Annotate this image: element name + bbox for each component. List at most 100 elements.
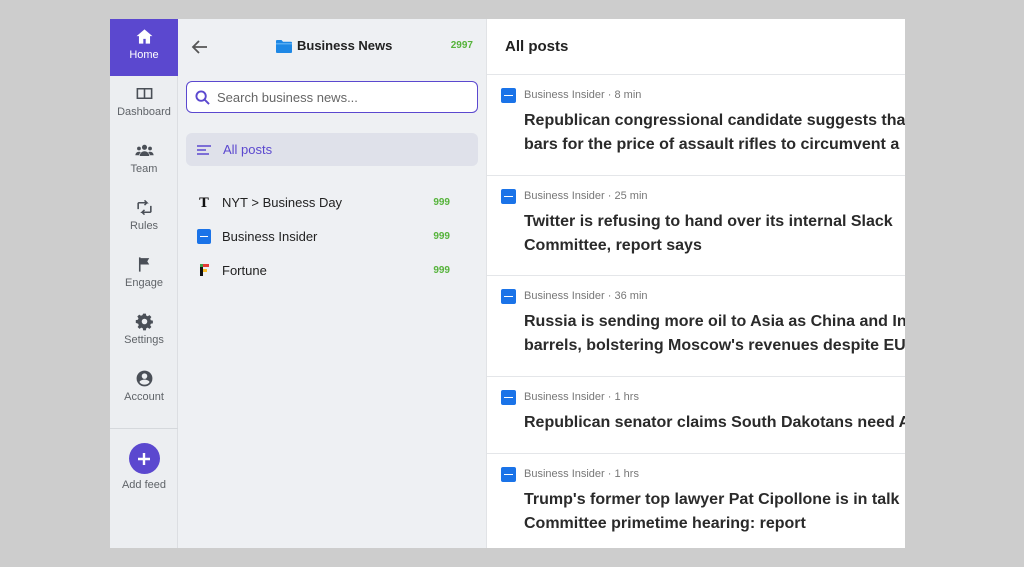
business-insider-icon — [501, 87, 516, 103]
all-posts-item[interactable]: All posts — [186, 133, 478, 166]
post-age: 36 min — [614, 290, 648, 302]
svg-text:T: T — [199, 196, 209, 209]
meta-separator: · — [604, 190, 615, 202]
post-title-line: Twitter is refusing to hand over its int… — [524, 213, 893, 230]
rail-divider — [110, 428, 178, 429]
post-title: Republican congressional candidate sugge… — [524, 109, 905, 157]
feed-name: NYT > Business Day — [222, 194, 343, 210]
add-feed-button[interactable] — [128, 443, 160, 474]
folder-title: Business News — [276, 38, 392, 53]
feed-name: Fortune — [222, 262, 267, 278]
business-insider-icon — [501, 288, 516, 304]
search-box — [186, 81, 478, 113]
business-insider-icon — [197, 228, 211, 244]
post-title-line: Russia is sending more oil to Asia as Ch… — [524, 313, 905, 330]
rail-item-label: Account — [124, 391, 164, 403]
post-source: Business Insider — [524, 89, 605, 101]
rail-item-dashboard[interactable]: Dashboard — [110, 76, 178, 133]
rail-item-account[interactable]: Account — [110, 361, 178, 418]
search-input[interactable] — [217, 89, 477, 105]
rail-item-rules[interactable]: Rules — [110, 190, 178, 247]
team-icon — [134, 144, 154, 157]
post-source: Business Insider — [524, 391, 605, 403]
post-title-line: Committee, report says — [524, 237, 702, 254]
post-age: 8 min — [614, 89, 642, 101]
add-feed-label: Add feed — [121, 479, 167, 491]
post-item[interactable]: Business Insider · 36 min Russia is send… — [487, 276, 905, 377]
search-icon — [195, 90, 210, 105]
panel-header: Business News 2997 — [178, 19, 487, 74]
home-icon — [136, 29, 152, 44]
plus-icon — [138, 452, 150, 465]
post-title-line: bars for the price of assault rifles to … — [524, 136, 900, 153]
post-meta: Business Insider · 36 min — [501, 288, 905, 304]
post-age: 25 min — [614, 190, 648, 202]
post-title-line: barrels, bolstering Moscow's revenues de… — [524, 337, 905, 354]
post-item[interactable]: Business Insider · 8 min Republican cong… — [487, 75, 905, 176]
meta-separator: · — [604, 391, 615, 403]
nav-rail: Home Dashboard Team Rules Engage Setting… — [110, 19, 178, 548]
post-title: Republican senator claims South Dakotans… — [524, 411, 905, 435]
post-meta: Business Insider · 1 hrs — [501, 389, 905, 405]
app-window: Home Dashboard Team Rules Engage Setting… — [110, 19, 905, 548]
post-title: Trump's former top lawyer Pat Cipollone … — [524, 488, 905, 536]
rail-item-engage[interactable]: Engage — [110, 247, 178, 304]
post-title: Russia is sending more oil to Asia as Ch… — [524, 310, 905, 358]
rail-item-label: Home — [129, 49, 159, 61]
rail-item-label: Rules — [129, 220, 159, 232]
post-source: Business Insider — [524, 290, 605, 302]
folder-name: Business News — [297, 38, 393, 53]
business-insider-icon — [501, 466, 516, 482]
post-item[interactable]: Business Insider · 25 min Twitter is ref… — [487, 176, 905, 276]
rail-item-label: Engage — [125, 277, 163, 289]
feed-item-business-insider[interactable]: Business Insider 999 — [186, 221, 478, 251]
post-title-line: Trump's former top lawyer Pat Cipollone … — [524, 491, 900, 508]
add-feed: Add feed — [110, 443, 178, 491]
nyt-icon: T — [197, 195, 211, 209]
post-source: Business Insider — [524, 190, 605, 202]
rail-item-settings[interactable]: Settings — [110, 304, 178, 361]
back-button[interactable] — [190, 37, 210, 57]
fortune-icon — [197, 263, 211, 277]
feed-unread-count: 999 — [433, 196, 450, 208]
posts-pane: All posts Business Insider · 8 min Repub… — [487, 19, 905, 548]
post-title-line: Republican congressional candidate sugge… — [524, 112, 905, 129]
feed-name: Business Insider — [222, 228, 318, 244]
dashboard-icon — [136, 87, 152, 100]
business-insider-icon — [501, 188, 516, 204]
rules-icon — [136, 199, 152, 216]
post-title-line: Republican senator claims South Dakotans… — [524, 414, 905, 431]
page-title: All posts — [505, 38, 569, 55]
meta-separator: · — [604, 468, 615, 480]
post-age: 1 hrs — [614, 391, 639, 403]
feed-item-fortune[interactable]: Fortune 999 — [186, 255, 478, 285]
feed-unread-count: 999 — [433, 264, 450, 276]
feed-unread-count: 999 — [433, 230, 450, 242]
flag-icon — [138, 257, 149, 272]
business-insider-icon — [501, 389, 516, 405]
rail-item-label: Settings — [124, 334, 164, 346]
folder-icon — [276, 39, 292, 53]
post-item[interactable]: Business Insider · 1 hrs Trump's former … — [487, 454, 905, 548]
posts-header: All posts — [487, 19, 905, 75]
post-meta: Business Insider · 25 min — [501, 188, 905, 204]
post-item[interactable]: Business Insider · 1 hrs Republican sena… — [487, 377, 905, 454]
post-title-line: Committee primetime hearing: report — [524, 515, 806, 532]
post-meta: Business Insider · 8 min — [501, 87, 905, 103]
account-icon — [136, 370, 152, 387]
rail-item-team[interactable]: Team — [110, 133, 178, 190]
rail-item-label: Team — [130, 163, 158, 175]
all-posts-label: All posts — [223, 142, 273, 157]
list-icon — [197, 144, 211, 155]
meta-separator: · — [604, 89, 615, 101]
post-title: Twitter is refusing to hand over its int… — [524, 210, 905, 258]
post-meta: Business Insider · 1 hrs — [501, 466, 905, 482]
gear-icon — [135, 313, 153, 331]
rail-item-home[interactable]: Home — [110, 19, 178, 76]
arrow-left-icon — [191, 40, 207, 54]
feed-item-nyt[interactable]: T NYT > Business Day 999 — [186, 187, 478, 217]
folder-unread-count: 2997 — [450, 40, 473, 51]
post-source: Business Insider — [524, 468, 605, 480]
meta-separator: · — [604, 290, 615, 302]
feed-panel: Business News 2997 All posts T NYT > Bus… — [178, 19, 487, 548]
